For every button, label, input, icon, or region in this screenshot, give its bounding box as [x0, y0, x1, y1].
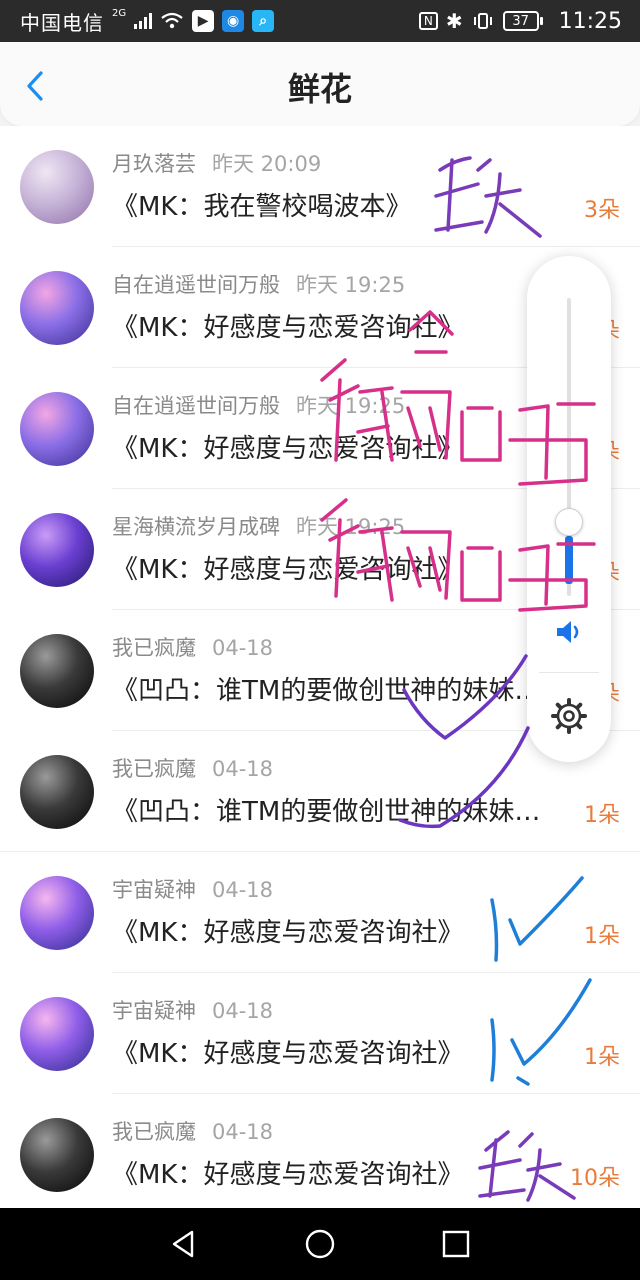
list-item[interactable]: 宇宙疑神 04-18 《MK：好感度与恋爱咨询社》 1朵	[0, 973, 640, 1094]
user-name[interactable]: 月玖落芸	[112, 152, 196, 176]
status-left: 中国电信 2G ▶ ◉ ⌕	[20, 7, 275, 36]
search-app-icon: ⌕	[252, 10, 275, 32]
volume-slider-fill	[565, 536, 573, 584]
vibrate-icon	[473, 13, 492, 29]
avatar[interactable]	[20, 392, 94, 466]
book-title: 《MK：好感度与恋爱咨询社》	[112, 434, 464, 464]
user-name[interactable]: 我已疯魔	[112, 1120, 196, 1144]
book-title: 《MK：好感度与恋爱咨询社》	[112, 555, 464, 585]
user-name[interactable]: 我已疯魔	[112, 757, 196, 781]
book-title: 《MK：好感度与恋爱咨询社》	[112, 1039, 464, 1069]
flower-count: 10朵	[570, 1166, 620, 1191]
avatar[interactable]	[20, 513, 94, 587]
bluetooth-icon: ✱	[445, 9, 463, 33]
volume-panel	[527, 256, 611, 762]
flower-count: 1朵	[584, 924, 620, 949]
avatar[interactable]	[20, 634, 94, 708]
book-title: 《凹凸：谁TM的要做创世神的妹妹…	[112, 797, 541, 827]
timestamp: 04-18	[212, 878, 274, 902]
flower-count: 3朵	[584, 198, 620, 223]
book-title: 《凹凸：谁TM的要做创世神的妹妹…	[112, 676, 541, 706]
back-nav-icon[interactable]	[166, 1226, 202, 1262]
flower-count: 1朵	[584, 1045, 620, 1070]
app-notification-icon: ▶	[192, 10, 215, 32]
divider	[539, 672, 599, 673]
avatar[interactable]	[20, 755, 94, 829]
avatar[interactable]	[20, 997, 94, 1071]
avatar[interactable]	[20, 150, 94, 224]
speaker-icon[interactable]	[553, 616, 585, 648]
flower-count: 1朵	[584, 803, 620, 828]
timestamp: 04-18	[212, 999, 274, 1023]
signal-icon	[134, 13, 153, 29]
user-name[interactable]: 宇宙疑神	[112, 878, 196, 902]
page-title: 鲜花	[287, 70, 352, 108]
user-name[interactable]: 星海横流岁月成碑	[112, 515, 280, 539]
home-nav-icon[interactable]	[302, 1226, 338, 1262]
timestamp: 昨天 20:09	[212, 152, 322, 176]
book-title: 《MK：好感度与恋爱咨询社》	[112, 918, 464, 948]
list-item[interactable]: 宇宙疑神 04-18 《MK：好感度与恋爱咨询社》 1朵	[0, 852, 640, 973]
book-title: 《MK：我在警校喝波本》	[112, 192, 412, 222]
nfc-icon: N	[418, 12, 438, 30]
status-bar: 中国电信 2G ▶ ◉ ⌕ N ✱ 37 11:25	[0, 0, 640, 42]
avatar[interactable]	[20, 876, 94, 950]
carrier-label: 中国电信	[20, 10, 104, 35]
book-title: 《MK：好感度与恋爱咨询社》	[112, 1160, 464, 1190]
header: 鲜花	[0, 42, 640, 126]
timestamp: 昨天 19:25	[296, 273, 406, 297]
timestamp: 昨天 19:25	[296, 394, 406, 418]
user-name[interactable]: 宇宙疑神	[112, 999, 196, 1023]
battery-icon: 37	[502, 11, 543, 31]
timestamp: 昨天 19:25	[296, 515, 406, 539]
user-name[interactable]: 自在逍遥世间万般	[112, 394, 280, 418]
user-name[interactable]: 自在逍遥世间万般	[112, 273, 280, 297]
list-item[interactable]: 我已疯魔 04-18 《MK：好感度与恋爱咨询社》 10朵	[0, 1094, 640, 1208]
battery-level: 37	[502, 11, 539, 31]
volume-slider-handle[interactable]	[555, 508, 583, 536]
list-item[interactable]: 月玖落芸 昨天 20:09 《MK：我在警校喝波本》 3朵	[0, 126, 640, 247]
user-name[interactable]: 我已疯魔	[112, 636, 196, 660]
book-title: 《MK：好感度与恋爱咨询社》	[112, 313, 464, 343]
status-right: N ✱ 37 11:25	[418, 8, 622, 34]
avatar[interactable]	[20, 271, 94, 345]
recents-nav-icon[interactable]	[438, 1226, 474, 1262]
bulb-app-icon: ◉	[222, 10, 245, 32]
timestamp: 04-18	[212, 757, 274, 781]
clock: 11:25	[558, 8, 622, 34]
navigation-bar	[0, 1208, 640, 1280]
gear-icon[interactable]	[549, 696, 589, 736]
wifi-icon	[161, 12, 183, 29]
timestamp: 04-18	[212, 1120, 274, 1144]
timestamp: 04-18	[212, 636, 274, 660]
network-type: 2G	[112, 7, 127, 19]
avatar[interactable]	[20, 1118, 94, 1192]
